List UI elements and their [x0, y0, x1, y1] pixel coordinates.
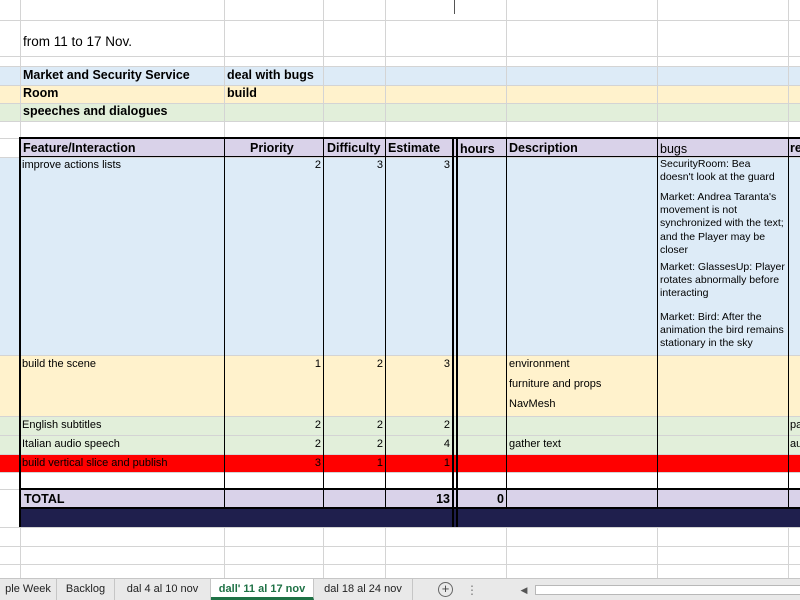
total-label: TOTAL [24, 492, 65, 506]
row3-estimate[interactable]: 2 [387, 418, 450, 432]
tab-4-10-nov[interactable]: dal 4 al 10 nov [115, 579, 211, 600]
legend-label-2: Room [23, 86, 59, 100]
row1-priority[interactable]: 2 [226, 158, 321, 172]
row5-difficulty[interactable]: 1 [325, 456, 383, 470]
footer-band-navy [20, 508, 800, 527]
row4-extra[interactable]: au [790, 437, 800, 451]
header-description: Description [509, 141, 578, 155]
row5-feature[interactable]: build vertical slice and publish [22, 456, 168, 470]
header-extra: re [790, 141, 800, 155]
row2-priority[interactable]: 1 [226, 357, 321, 371]
row3-extra[interactable]: pa [790, 418, 800, 432]
row1-feature[interactable]: improve actions lists [22, 158, 121, 172]
row1-bug-1[interactable]: SecurityRoom: Bea doesn't look at the gu… [660, 158, 786, 184]
row2-description-3[interactable]: NavMesh [509, 397, 555, 411]
header-bugs: bugs [660, 142, 688, 156]
sheet-tab-bar: ple Week Backlog dal 4 al 10 nov dall' 1… [0, 578, 800, 600]
row2-feature[interactable]: build the scene [22, 357, 96, 371]
row1-bug-2[interactable]: Market: Andrea Taranta's movement is not… [660, 191, 786, 257]
sheet-title: from 11 to 17 Nov. [23, 34, 133, 49]
spreadsheet-grid[interactable]: from 11 to 17 Nov. Market and Security S… [0, 0, 800, 578]
row4-feature[interactable]: Italian audio speech [22, 437, 120, 451]
tab-11-17-nov[interactable]: dall' 11 al 17 nov [211, 579, 314, 600]
total-estimate[interactable]: 13 [387, 491, 450, 507]
header-priority: Priority [250, 141, 294, 155]
legend-label-3: speeches and dialogues [23, 104, 168, 118]
row2-description-1[interactable]: environment [509, 357, 570, 371]
add-sheet-icon[interactable]: + [438, 582, 453, 597]
row3-priority[interactable]: 2 [226, 418, 321, 432]
scroll-left-icon[interactable]: ◀ [517, 583, 531, 597]
row4-priority[interactable]: 2 [226, 437, 321, 451]
scrollbar-thumb[interactable] [535, 585, 800, 595]
row5-estimate[interactable]: 1 [387, 456, 450, 470]
row1-estimate[interactable]: 3 [387, 158, 450, 172]
row2-description-2[interactable]: furniture and props [509, 377, 601, 391]
legend-label-1: Market and Security Service [23, 68, 190, 82]
row1-bug-4[interactable]: Market: Bird: After the animation the bi… [660, 311, 786, 351]
header-hours: hours [460, 142, 495, 156]
row4-description[interactable]: gather text [509, 437, 561, 451]
more-options-icon[interactable]: ⋮ [466, 583, 479, 597]
row2-estimate[interactable]: 3 [387, 357, 450, 371]
legend-value-2: build [227, 86, 257, 100]
row5-priority[interactable]: 3 [226, 456, 321, 470]
tab-backlog[interactable]: Backlog [57, 579, 115, 600]
legend-value-1: deal with bugs [227, 68, 314, 82]
row4-estimate[interactable]: 4 [387, 437, 450, 451]
horizontal-scrollbar[interactable]: ◀ [515, 583, 800, 597]
row4-difficulty[interactable]: 2 [325, 437, 383, 451]
row2-difficulty[interactable]: 2 [325, 357, 383, 371]
header-estimate: Estimate [388, 141, 441, 155]
header-feature: Feature/Interaction [23, 141, 136, 155]
row3-difficulty[interactable]: 2 [325, 418, 383, 432]
row1-bug-3[interactable]: Market: GlassesUp: Player rotates abnorm… [660, 261, 786, 301]
header-difficulty: Difficulty [327, 141, 381, 155]
tab-18-24-nov[interactable]: dal 18 al 24 nov [314, 579, 413, 600]
row1-difficulty[interactable]: 3 [325, 158, 383, 172]
tab-previous-week[interactable]: ple Week [0, 579, 57, 600]
total-hours[interactable]: 0 [458, 491, 504, 507]
legend-band-yellow [0, 85, 800, 103]
row3-feature[interactable]: English subtitles [22, 418, 102, 432]
